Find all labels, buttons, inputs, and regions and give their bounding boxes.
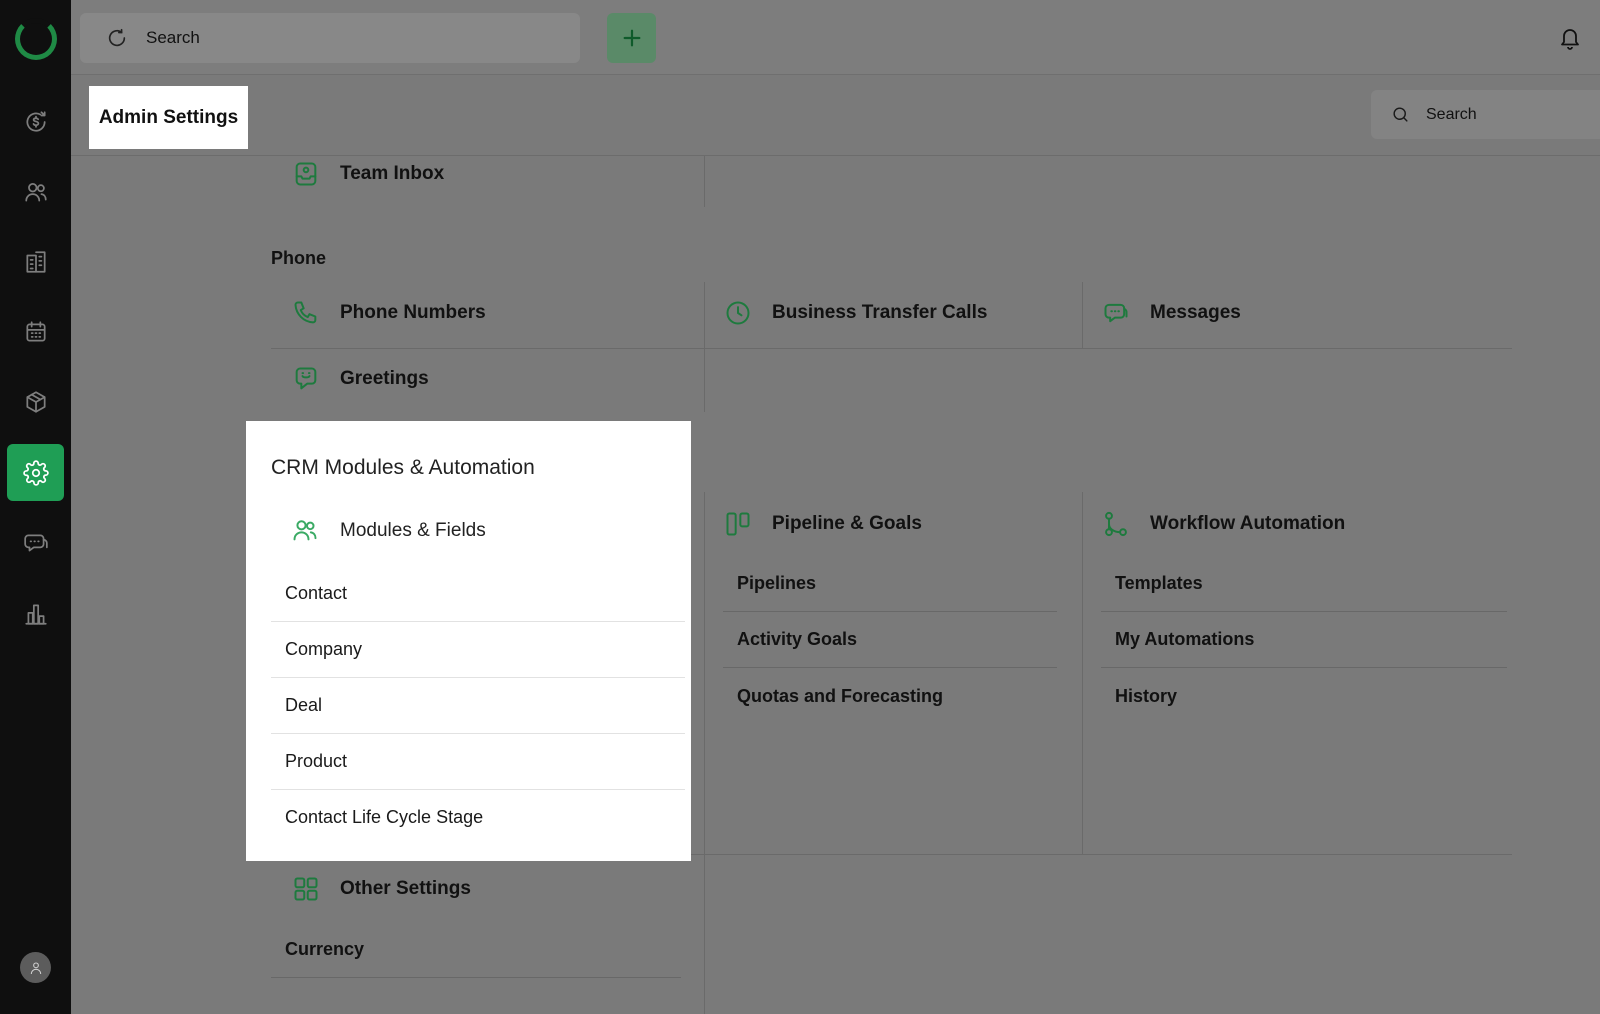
templates-link[interactable]: Templates: [1101, 556, 1507, 612]
history-link[interactable]: History: [1101, 668, 1507, 724]
business-transfer-calls-link[interactable]: Business Transfer Calls: [723, 295, 987, 331]
team-inbox-link[interactable]: Team Inbox: [291, 156, 444, 192]
settings-icon[interactable]: [7, 444, 64, 501]
product-module-link[interactable]: Product: [271, 733, 685, 790]
calendar-icon[interactable]: [7, 303, 64, 360]
workflow-automation-label: Workflow Automation: [1150, 513, 1346, 534]
greeting-chat-icon: [291, 364, 321, 394]
deals-icon[interactable]: [7, 93, 64, 150]
company-module-link[interactable]: Company: [271, 621, 685, 678]
contacts-icon[interactable]: [7, 163, 64, 220]
search-icon: [1393, 107, 1408, 122]
other-settings-label: Other Settings: [340, 878, 471, 899]
currency-link[interactable]: Currency: [271, 922, 681, 978]
team-inbox-label: Team Inbox: [340, 163, 445, 184]
messages-label: Messages: [1150, 302, 1241, 323]
workflow-icon: [1101, 509, 1131, 539]
deal-module-link[interactable]: Deal: [271, 677, 685, 734]
top-bar: Search: [71, 0, 1600, 75]
other-settings-link[interactable]: Other Settings: [291, 871, 471, 907]
settings-search-input[interactable]: Search: [1371, 90, 1600, 139]
left-nav-rail: [0, 0, 71, 1014]
notifications-bell-icon[interactable]: [1558, 25, 1582, 51]
chat-bubbles-icon: [1101, 298, 1131, 328]
clock-icon: [723, 298, 753, 328]
messages-icon[interactable]: [7, 514, 64, 571]
pipeline-goals-label: Pipeline & Goals: [772, 513, 922, 534]
workflow-automation-link[interactable]: Workflow Automation: [1101, 506, 1345, 542]
phone-numbers-label: Phone Numbers: [340, 302, 486, 323]
business-transfer-calls-label: Business Transfer Calls: [772, 302, 988, 323]
activity-goals-link[interactable]: Activity Goals: [723, 612, 1057, 668]
modules-fields-link[interactable]: Modules & Fields: [291, 516, 486, 546]
products-icon[interactable]: [7, 373, 64, 430]
user-avatar[interactable]: [20, 952, 51, 983]
messages-link[interactable]: Messages: [1101, 295, 1241, 331]
page-title: Admin Settings: [89, 86, 248, 149]
phone-icon: [291, 298, 321, 328]
global-search-placeholder: Search: [146, 28, 200, 47]
grid-icon: [291, 874, 321, 904]
my-automations-link[interactable]: My Automations: [1101, 612, 1507, 668]
companies-icon[interactable]: [7, 233, 64, 290]
phone-numbers-link[interactable]: Phone Numbers: [291, 295, 486, 331]
contact-life-cycle-stage-link[interactable]: Contact Life Cycle Stage: [271, 789, 685, 846]
phone-section-label: Phone: [271, 248, 327, 268]
reports-icon[interactable]: [7, 585, 64, 642]
page-header: Admin Settings Search: [71, 75, 1600, 156]
modules-fields-label: Modules & Fields: [340, 520, 486, 541]
contact-module-link[interactable]: Contact: [271, 565, 685, 622]
crm-section-title: CRM Modules & Automation: [271, 456, 535, 479]
global-search-input[interactable]: Search: [80, 13, 580, 63]
crm-modules-card: CRM Modules & Automation Modules & Field…: [246, 421, 691, 861]
quotas-forecasting-link[interactable]: Quotas and Forecasting: [723, 668, 1057, 724]
add-new-button[interactable]: [607, 13, 656, 63]
plus-icon: [623, 29, 640, 47]
settings-search-placeholder: Search: [1426, 105, 1477, 123]
pipelines-link[interactable]: Pipelines: [723, 556, 1057, 612]
app-logo[interactable]: [15, 18, 57, 60]
search-refresh-icon: [108, 28, 126, 47]
users-icon: [291, 516, 321, 546]
greetings-label: Greetings: [340, 368, 429, 389]
pipeline-goals-link[interactable]: Pipeline & Goals: [723, 506, 922, 542]
inbox-icon: [291, 159, 321, 189]
greetings-link[interactable]: Greetings: [291, 361, 429, 397]
pipeline-icon: [723, 509, 753, 539]
